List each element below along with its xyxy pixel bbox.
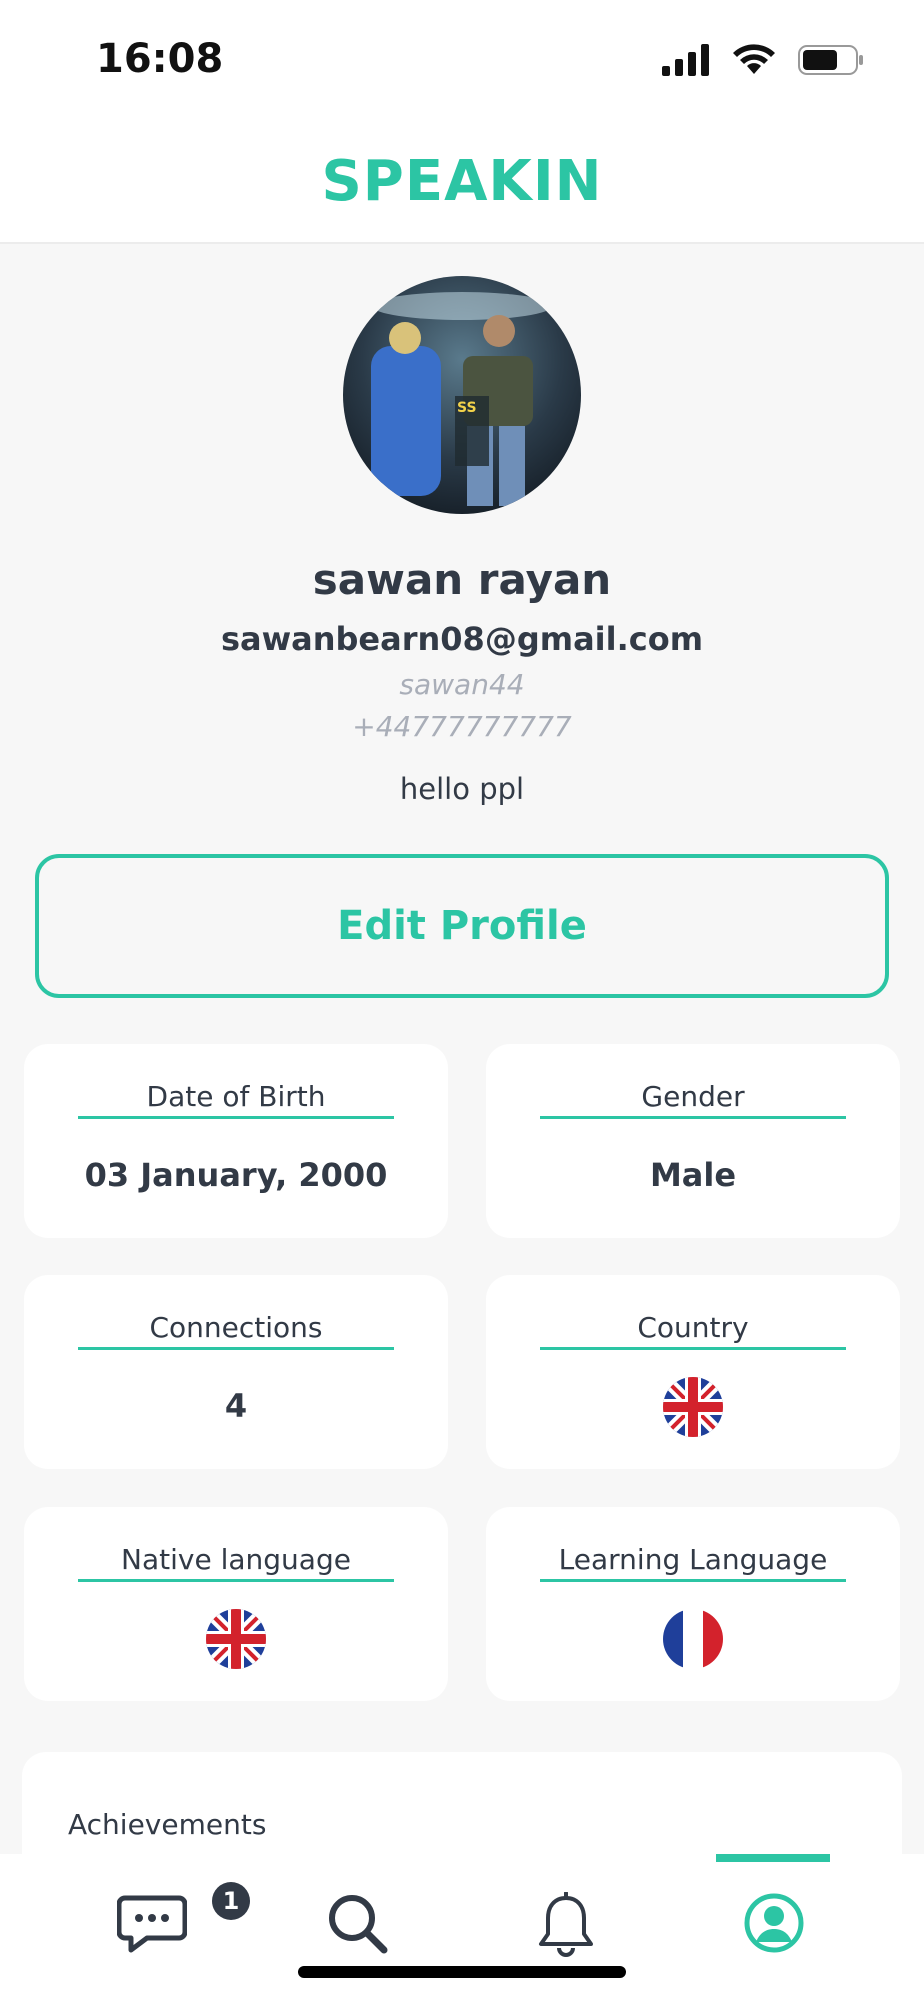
profile-email: sawanbearn08@gmail.com <box>220 620 704 658</box>
status-bar: 16:08 <box>0 0 924 120</box>
divider <box>78 1579 394 1582</box>
dob-value: 03 January, 2000 <box>84 1156 388 1194</box>
signal-icon <box>662 44 709 76</box>
tab-profile[interactable] <box>658 1854 889 2000</box>
uk-flag-icon <box>663 1377 723 1437</box>
app-title: SPEAKIN <box>321 148 603 214</box>
native-language-card: Native language <box>24 1507 448 1701</box>
profile-icon <box>744 1893 803 1953</box>
svg-text:SS: SS <box>457 400 477 416</box>
profile-bio: hello ppl <box>399 772 525 806</box>
home-indicator <box>298 1966 626 1978</box>
battery-icon <box>798 45 863 75</box>
tab-notifications[interactable] <box>450 1854 681 2000</box>
tab-messages[interactable]: 1 <box>36 1854 267 2000</box>
tab-search[interactable] <box>242 1854 473 2000</box>
divider <box>78 1116 394 1119</box>
divider <box>540 1116 846 1119</box>
avatar[interactable]: SS <box>343 276 581 514</box>
gender-label: Gender <box>641 1080 745 1113</box>
divider <box>540 1347 846 1350</box>
bell-icon <box>538 1892 593 1957</box>
native-language-label: Native language <box>121 1543 351 1576</box>
country-card: Country <box>486 1275 900 1469</box>
divider <box>78 1347 394 1350</box>
chat-icon <box>116 1895 187 1953</box>
dob-label: Date of Birth <box>146 1080 326 1113</box>
france-flag-icon <box>663 1609 723 1669</box>
divider <box>540 1579 846 1582</box>
connections-card[interactable]: Connections 4 <box>24 1275 448 1469</box>
search-icon <box>328 1895 387 1954</box>
profile-phone: +44777777777 <box>352 710 572 743</box>
gender-value: Male <box>649 1156 737 1194</box>
achievements-title: Achievements <box>68 1808 267 1841</box>
connections-value: 4 <box>224 1387 248 1425</box>
bottom-tab-bar: 1 <box>0 1854 924 2000</box>
connections-label: Connections <box>149 1311 323 1344</box>
avatar-image: SS <box>343 276 581 514</box>
status-icons <box>662 44 864 76</box>
learning-language-card: Learning Language <box>486 1507 900 1701</box>
gender-card: Gender Male <box>486 1044 900 1238</box>
profile-username: sawan44 <box>399 668 525 701</box>
profile-name: sawan rayan <box>312 555 612 604</box>
country-label: Country <box>637 1311 749 1344</box>
wifi-icon <box>733 44 775 74</box>
learning-language-label: Learning Language <box>558 1543 828 1576</box>
dob-card: Date of Birth 03 January, 2000 <box>24 1044 448 1238</box>
status-time: 16:08 <box>96 36 224 82</box>
uk-flag-icon <box>206 1609 266 1669</box>
edit-profile-button[interactable]: Edit Profile <box>35 854 889 998</box>
app-header: SPEAKIN <box>0 120 924 244</box>
